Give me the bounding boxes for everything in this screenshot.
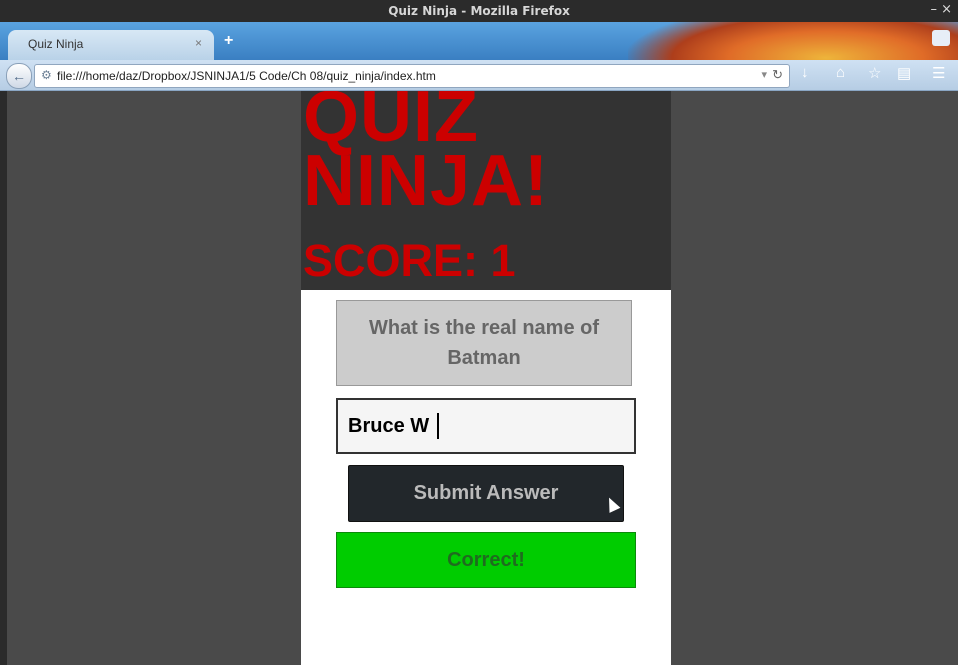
tab-groups-icon[interactable]: [932, 30, 950, 46]
tab-strip: Quiz Ninja × +: [0, 22, 958, 60]
submit-answer-button[interactable]: Submit Answer: [348, 465, 624, 522]
tab-quiz-ninja[interactable]: Quiz Ninja ×: [8, 30, 214, 60]
globe-icon: ⚙: [41, 68, 52, 82]
new-tab-icon[interactable]: +: [224, 32, 233, 50]
quiz-panel: What is the real name of Batman Submit A…: [301, 290, 671, 665]
quiz-header: QUIZ NINJA! SCORE: 1: [301, 91, 671, 290]
score-display: SCORE: 1: [303, 235, 516, 286]
feedback-message: Correct!: [336, 532, 636, 588]
navigation-toolbar: ← ⚙ file:///home/daz/Dropbox/JSNINJA1/5 …: [0, 60, 958, 91]
tab-label: Quiz Ninja: [28, 37, 84, 51]
question-box: What is the real name of Batman: [336, 300, 632, 386]
back-icon[interactable]: ←: [6, 63, 32, 89]
reading-list-icon[interactable]: ▤: [897, 64, 911, 82]
reload-icon[interactable]: ↻: [772, 67, 783, 83]
page-content: QUIZ NINJA! SCORE: 1 What is the real na…: [0, 91, 958, 665]
window-frame-left: [0, 91, 7, 665]
bookmark-star-icon[interactable]: ☆: [868, 64, 881, 82]
window-title: Quiz Ninja - Mozilla Firefox: [388, 4, 570, 18]
url-bar[interactable]: ⚙ file:///home/daz/Dropbox/JSNINJA1/5 Co…: [34, 64, 790, 88]
window-controls[interactable]: – ×: [930, 2, 952, 17]
url-text: file:///home/daz/Dropbox/JSNINJA1/5 Code…: [57, 69, 436, 83]
dropdown-icon[interactable]: ▾: [761, 68, 767, 81]
download-icon[interactable]: ↓: [801, 64, 809, 81]
page-title: QUIZ NINJA!: [303, 91, 550, 221]
firefox-logo-artwork: [628, 22, 958, 60]
home-icon[interactable]: ⌂: [836, 64, 845, 81]
answer-input[interactable]: [336, 398, 636, 454]
window-titlebar: Quiz Ninja - Mozilla Firefox – ×: [0, 0, 958, 22]
tab-close-icon[interactable]: ×: [195, 36, 202, 50]
text-caret: [437, 413, 439, 439]
menu-icon[interactable]: ☰: [932, 64, 945, 82]
